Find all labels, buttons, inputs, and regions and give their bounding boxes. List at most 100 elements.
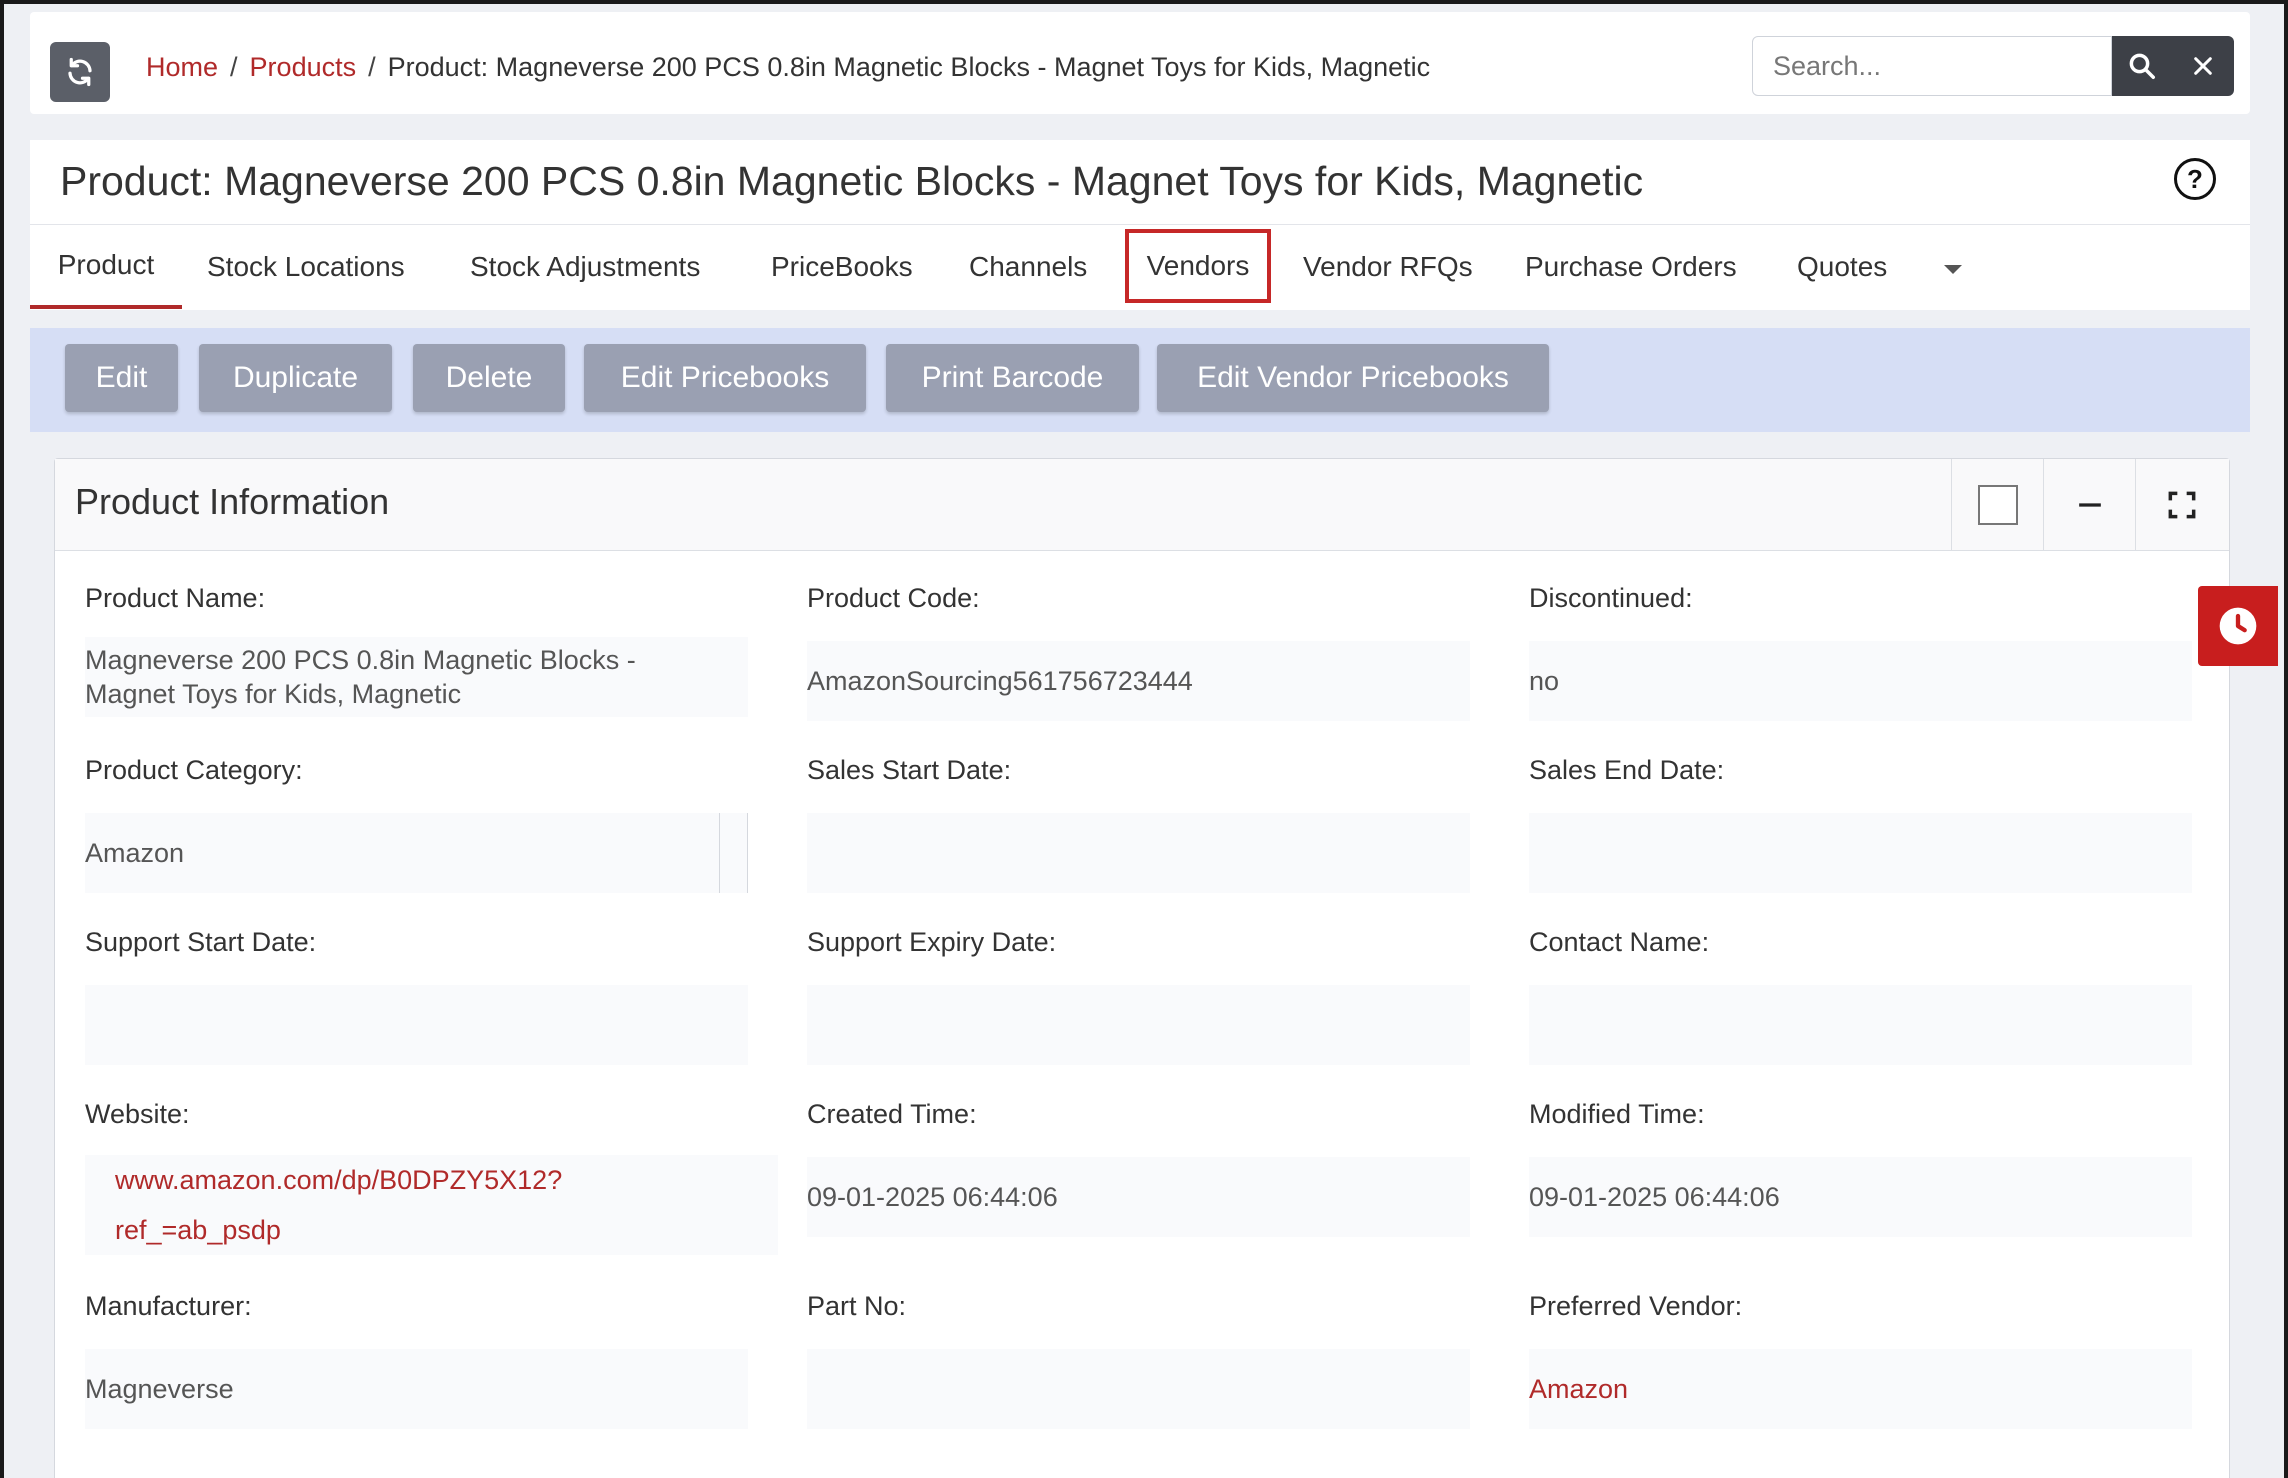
manufacturer-label: Manufacturer: [85, 1291, 252, 1321]
support-start-date-value [85, 985, 748, 1065]
clock-icon [2219, 607, 2257, 645]
tab-label: Product [57, 249, 155, 280]
divider [747, 813, 748, 893]
history-button[interactable] [2198, 586, 2278, 666]
modified-time-text: 09-01-2025 06:44:06 [1529, 1181, 1780, 1212]
product-information-panel: Product Information Product Name: Magnev… [54, 458, 2230, 1478]
close-icon [2194, 57, 2212, 75]
edit-pricebooks-button[interactable]: Edit Pricebooks [584, 344, 866, 412]
minimize-button[interactable] [2043, 459, 2135, 551]
tab-purchase-orders[interactable]: Purchase Orders [1525, 225, 1737, 309]
created-time-value: 09-01-2025 06:44:06 [807, 1157, 1470, 1237]
app-window: Home / Products / Product: Magneverse 20… [0, 0, 2288, 1478]
modified-time-label: Modified Time: [1529, 1099, 1705, 1129]
product-name-line-2: Magnet Toys for Kids, Magnetic [85, 679, 462, 709]
checkbox[interactable] [1977, 485, 2018, 525]
tab-bar: Product Stock Locations Stock Adjustment… [30, 224, 2250, 310]
help-glyph: ? [2187, 163, 2203, 194]
part-no-label: Part No: [807, 1291, 907, 1321]
contact-name-label: Contact Name: [1529, 927, 1710, 957]
product-name-value: Magneverse 200 PCS 0.8in Magnetic Blocks… [85, 637, 748, 717]
action-bar: Edit Duplicate Delete Edit Pricebooks Pr… [30, 328, 2250, 432]
edit-vendor-pricebooks-button[interactable]: Edit Vendor Pricebooks [1157, 344, 1549, 412]
tab-label: PriceBooks [771, 251, 913, 282]
tab-quotes[interactable]: Quotes [1797, 225, 1887, 309]
product-code-text: AmazonSourcing561756723444 [807, 665, 1193, 696]
title-panel: Product: Magneverse 200 PCS 0.8in Magnet… [30, 140, 2250, 310]
page-title: Product: Magneverse 200 PCS 0.8in Magnet… [60, 158, 1644, 204]
product-name-label: Product Name: [85, 583, 266, 613]
tab-product[interactable]: Product [30, 225, 182, 309]
search-icon [2129, 53, 2155, 79]
discontinued-text: no [1529, 665, 1560, 696]
refresh-button[interactable] [50, 42, 110, 102]
product-name-line-1: Magneverse 200 PCS 0.8in Magnetic Blocks… [85, 645, 636, 675]
tab-label: Vendors [1146, 250, 1250, 281]
search-input[interactable] [1752, 36, 2112, 96]
sales-start-date-label: Sales Start Date: [807, 755, 1012, 785]
manufacturer-value: Magneverse [85, 1349, 748, 1429]
expand-icon [2168, 491, 2195, 519]
created-time-label: Created Time: [807, 1099, 977, 1129]
product-category-text: Amazon [85, 837, 185, 868]
fullscreen-button[interactable] [2135, 459, 2227, 551]
panel-title: Product Information [75, 481, 390, 522]
breadcrumb-separator: / [230, 52, 238, 82]
tab-label: Stock Adjustments [470, 251, 701, 282]
edit-button[interactable]: Edit [65, 344, 178, 412]
breadcrumb: Home / Products / Product: Magneverse 20… [146, 52, 1430, 83]
panel-header: Product Information [55, 459, 2229, 551]
breadcrumb-home[interactable]: Home [146, 52, 218, 83]
refresh-icon [68, 57, 92, 87]
tab-vendor-rfqs[interactable]: Vendor RFQs [1303, 225, 1473, 309]
tab-pricebooks[interactable]: PriceBooks [771, 225, 913, 309]
tab-stock-adjustments[interactable]: Stock Adjustments [470, 225, 700, 309]
clear-search-button[interactable] [2172, 36, 2234, 96]
sales-end-date-value [1529, 813, 2192, 893]
product-code-label: Product Code: [807, 583, 980, 613]
support-expiry-date-label: Support Expiry Date: [807, 927, 1057, 957]
tab-stock-locations[interactable]: Stock Locations [207, 225, 405, 309]
product-category-label: Product Category: [85, 755, 303, 785]
website-link-line-2[interactable]: ref_=ab_psdp [115, 1205, 562, 1255]
tab-label: Stock Locations [207, 251, 405, 282]
tab-label: Channels [969, 251, 1088, 282]
preferred-vendor-link[interactable]: Amazon [1529, 1374, 1628, 1405]
discontinued-value: no [1529, 641, 2192, 721]
website-label: Website: [85, 1099, 190, 1129]
support-start-date-label: Support Start Date: [85, 927, 317, 957]
search-button[interactable] [2112, 36, 2172, 96]
manufacturer-text: Magneverse [85, 1373, 234, 1404]
tab-label: Quotes [1797, 251, 1888, 282]
discontinued-label: Discontinued: [1529, 583, 1693, 613]
contact-name-value [1529, 985, 2192, 1065]
tab-channels[interactable]: Channels [969, 225, 1087, 309]
duplicate-button[interactable]: Duplicate [199, 344, 392, 412]
support-expiry-date-value [807, 985, 1470, 1065]
divider [719, 813, 720, 893]
print-barcode-button[interactable]: Print Barcode [886, 344, 1139, 412]
product-category-value: Amazon [85, 813, 748, 893]
preferred-vendor-value: Amazon [1529, 1349, 2192, 1429]
select-panel-button[interactable] [1951, 459, 2043, 551]
help-circle-icon[interactable]: ? [2174, 158, 2216, 200]
minus-icon [2078, 503, 2101, 507]
sales-end-date-label: Sales End Date: [1529, 755, 1725, 785]
breadcrumb-current: Product: Magneverse 200 PCS 0.8in Magnet… [387, 52, 1431, 82]
tab-vendors[interactable]: Vendors [1125, 229, 1271, 303]
caret-down-icon[interactable] [1944, 265, 1962, 274]
tab-label: Vendor RFQs [1303, 251, 1473, 282]
website-link-line-1[interactable]: www.amazon.com/dp/B0DPZY5X12? [115, 1155, 562, 1205]
website-value: www.amazon.com/dp/B0DPZY5X12? ref_=ab_ps… [85, 1155, 778, 1255]
tab-label: Purchase Orders [1525, 251, 1737, 282]
product-code-value: AmazonSourcing561756723444 [807, 641, 1470, 721]
sales-start-date-value [807, 813, 1470, 893]
preferred-vendor-label: Preferred Vendor: [1529, 1291, 1743, 1321]
breadcrumb-products[interactable]: Products [250, 52, 357, 83]
part-no-value [807, 1349, 1470, 1429]
breadcrumb-separator: / [368, 52, 376, 82]
created-time-text: 09-01-2025 06:44:06 [807, 1181, 1058, 1212]
delete-button[interactable]: Delete [413, 344, 565, 412]
top-bar: Home / Products / Product: Magneverse 20… [30, 12, 2250, 114]
modified-time-value: 09-01-2025 06:44:06 [1529, 1157, 2192, 1237]
